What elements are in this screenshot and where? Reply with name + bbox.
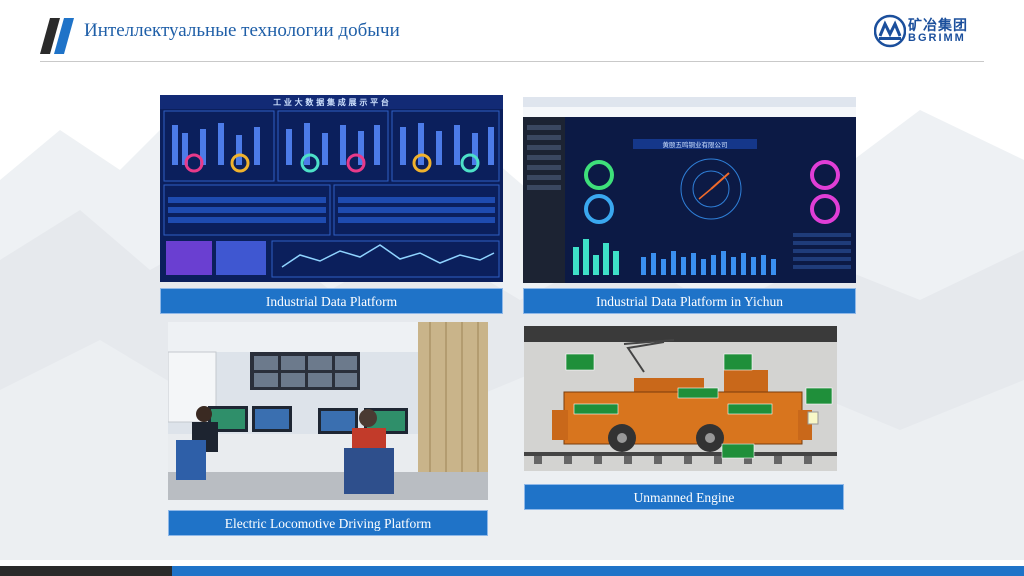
header-divider — [40, 61, 984, 62]
yichun-dashboard-title: 黄颐五鸣铜业有限公司 — [663, 140, 728, 149]
page-title: Интеллектуальные технологии добычи — [84, 20, 400, 41]
caption-locomotive-driving-platform: Electric Locomotive Driving Platform — [168, 510, 488, 536]
footer-bar-dark — [0, 566, 172, 576]
logo-english: BGRIMM — [908, 32, 966, 44]
locomotive-driving-platform-image — [168, 322, 488, 500]
caption-yichun-platform: Industrial Data Platform in Yichun — [523, 288, 856, 314]
industrial-data-platform-image: 工 业 大 数 据 集 成 展 示 平 台 — [160, 95, 503, 282]
caption-unmanned-engine: Unmanned Engine — [524, 484, 844, 510]
header-stripes-icon — [40, 18, 74, 54]
logo-icon — [874, 14, 906, 48]
background-mountains — [0, 100, 1024, 560]
dashboard-title: 工 业 大 数 据 集 成 展 示 平 台 — [273, 97, 389, 107]
yichun-platform-image: 黄颐五鸣铜业有限公司 — [523, 97, 856, 283]
unmanned-engine-image — [524, 326, 837, 471]
caption-industrial-data-platform: Industrial Data Platform — [160, 288, 503, 314]
footer-bar-blue — [172, 566, 1024, 576]
